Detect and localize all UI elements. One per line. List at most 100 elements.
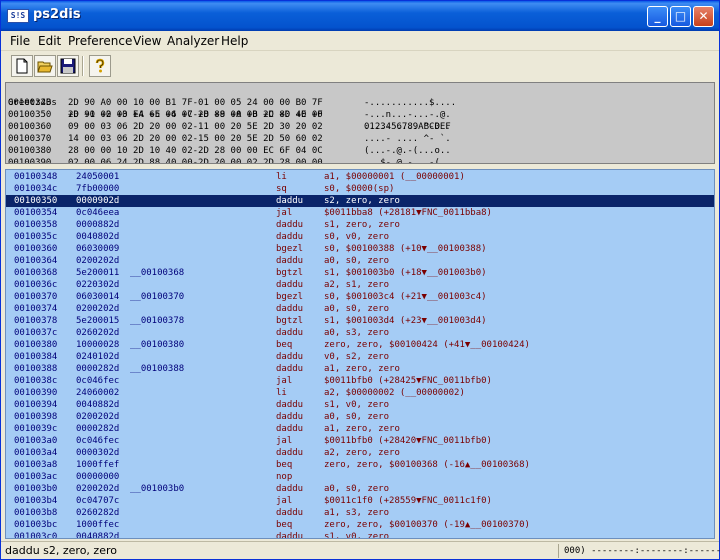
disasm-op: 0c046fec — [76, 376, 120, 386]
disasm-row[interactable]: 00100360 06030009 bgezl s0, $00100388 (+10▼… — [6, 243, 714, 255]
disasm-row[interactable]: 00100388 0000282d __00100388 daddu a1, zero,… — [6, 363, 714, 375]
hex-bytes: 2D 90 A0 00 10 00 B1 7F-01 00 05 24 00 0… — [68, 98, 323, 108]
hex-bytes: 09 00 03 06 2D 20 00 02-11 00 20 5E 2D 3… — [68, 122, 323, 132]
disasm-row[interactable]: 0010037c 0260202d daddu a0, s3, zero — [6, 327, 714, 339]
disasm-args: s1, zero, zero — [324, 220, 400, 230]
disasm-row[interactable]: 00100370 06030014 __00100370 bgezl s0, $0010… — [6, 291, 714, 303]
disasm-op: 24060002 — [76, 388, 120, 398]
disasm-addr: 001003a0 — [14, 436, 58, 446]
disasm-args: s1, v0, zero — [324, 532, 390, 539]
hex-view[interactable]: Greetz2Bs +0 +1 +2 +3 +4 +5 +6 +7 +8 +9 … — [5, 82, 715, 164]
menu-analyzer[interactable]: Analyzer — [167, 34, 219, 48]
disasm-args: s0, $00100388 (+10▼__00100388) — [324, 244, 487, 254]
disasm-mn: jal — [276, 436, 293, 446]
save-disk-icon — [60, 58, 76, 74]
disasm-row[interactable]: 0010039c 0000282d daddu a1, zero, zero — [6, 423, 714, 435]
status-instruction: daddu s2, zero, zero — [5, 544, 559, 558]
disasm-mn: bgtzl — [276, 268, 304, 278]
app-icon: S!S — [7, 9, 29, 23]
disasm-mn: sq — [276, 184, 287, 194]
disasm-row[interactable]: 001003c0 0040882d daddu s1, v0, zero — [6, 531, 714, 539]
disasm-mn: bgezl — [276, 244, 304, 254]
disasm-row[interactable]: 0010034c 7fb00000 sq s0, $0000(sp) — [6, 183, 714, 195]
disasm-addr: 0010034c — [14, 184, 58, 194]
disasm-args: $0011bba8 (+28181▼FNC_0011bba8) — [324, 208, 492, 218]
disasm-row[interactable]: 00100348 24050001 li a1, $00000001 (__00000… — [6, 171, 714, 183]
title-bar[interactable]: S!S ps2dis _ □ ✕ — [1, 1, 719, 31]
disasm-row[interactable]: 00100368 5e200011 __00100368 bgtzl s1, $0010… — [6, 267, 714, 279]
menu-file[interactable]: File — [10, 34, 30, 48]
disasm-row[interactable]: 001003b8 0260282d daddu a1, s3, zero — [6, 507, 714, 519]
disasm-row[interactable]: 00100354 0c046eea jal $0011bba8 (+28181▼FNC… — [6, 207, 714, 219]
disasm-row[interactable]: 001003b0 0200202d __001003b0 daddu a0, s0, z… — [6, 483, 714, 495]
menu-help[interactable]: Help — [221, 34, 248, 48]
disasm-mn: daddu — [276, 196, 304, 206]
disasm-row-selected[interactable]: 00100350 0000902d daddu s2, zero, zero — [6, 195, 714, 207]
disasm-row[interactable]: 00100374 0200202d daddu a0, s0, zero — [6, 303, 714, 315]
disasm-row[interactable]: 00100358 0000882d daddu s1, zero, zero — [6, 219, 714, 231]
disasm-row[interactable]: 0010038c 0c046fec jal $0011bfb0 (+28425▼FNC… — [6, 375, 714, 387]
disasm-op: 0200202d — [76, 304, 120, 314]
disasm-row[interactable]: 001003a4 0000302d daddu a2, zero, zero — [6, 447, 714, 459]
disasm-row[interactable]: 001003ac 00000000 nop — [6, 471, 714, 483]
disassembly-view[interactable]: 00100348 24050001 li a1, $00000001 (__00000… — [5, 169, 715, 539]
disasm-row[interactable]: 00100394 0040882d daddu s1, v0, zero — [6, 399, 714, 411]
disasm-row[interactable]: 00100384 0240102d daddu v0, s2, zero — [6, 351, 714, 363]
disasm-mn: daddu — [276, 424, 304, 434]
toolbar — [1, 52, 719, 81]
disasm-addr: 00100354 — [14, 208, 58, 218]
disasm-mn: daddu — [276, 412, 304, 422]
disasm-row[interactable]: 001003a0 0c046fec jal $0011bfb0 (+28420▼FNC… — [6, 435, 714, 447]
disasm-op: 0000282d — [76, 364, 120, 374]
hex-bytes: 28 00 00 10 2D 10 40 02-2D 28 00 00 EC 6… — [68, 146, 323, 156]
disasm-mn: daddu — [276, 532, 304, 539]
menu-preference[interactable]: Preference — [68, 34, 132, 48]
menu-edit[interactable]: Edit — [38, 34, 61, 48]
disasm-addr: 001003c0 — [14, 532, 58, 539]
disasm-op: 0200202d — [76, 412, 120, 422]
hex-ascii: -...n...-...-.@. — [364, 110, 451, 120]
disasm-mn: daddu — [276, 400, 304, 410]
disasm-args: a2, s1, zero — [324, 280, 390, 290]
hex-ascii: (...-.@.-(...o.. — [364, 146, 451, 156]
disasm-row[interactable]: 00100364 0200202d daddu a0, s0, zero — [6, 255, 714, 267]
disasm-op: 0c046eea — [76, 208, 120, 218]
disasm-addr: 0010036c — [14, 280, 58, 290]
disasm-row[interactable]: 0010036c 0220302d daddu a2, s1, zero — [6, 279, 714, 291]
save-button[interactable] — [57, 55, 79, 77]
disasm-row[interactable]: 0010035c 0040802d daddu s0, v0, zero — [6, 231, 714, 243]
open-file-button[interactable] — [34, 55, 56, 77]
disasm-addr: 001003b8 — [14, 508, 58, 518]
disasm-row[interactable]: 001003a8 1000ffef beq zero, zero, $00100368… — [6, 459, 714, 471]
disasm-args: a0, s0, zero — [324, 484, 390, 494]
disasm-op: 0200202d — [76, 256, 120, 266]
disasm-op: 0040802d — [76, 232, 120, 242]
hex-bytes: 14 00 03 06 2D 20 00 02-15 00 20 5E 2D 5… — [68, 134, 323, 144]
hex-addr: 00100340 — [8, 98, 52, 108]
disasm-row[interactable]: 00100378 5e200015 __00100378 bgtzl s1, $0010… — [6, 315, 714, 327]
minimize-button[interactable]: _ — [647, 6, 668, 27]
disasm-mn: li — [276, 172, 287, 182]
disasm-label: __001003b0 — [130, 484, 185, 494]
disasm-op: 0200202d — [76, 484, 120, 494]
close-button[interactable]: ✕ — [693, 6, 714, 27]
disasm-row[interactable]: 001003b4 0c04707c jal $0011c1f0 (+28559▼FNC… — [6, 495, 714, 507]
menu-view[interactable]: View — [133, 34, 161, 48]
disasm-mn: daddu — [276, 328, 304, 338]
disasm-args: s1, $001003b0 (+18▼__001003b0) — [324, 268, 487, 278]
help-button[interactable] — [89, 55, 111, 77]
disasm-addr: 001003b0 — [14, 484, 58, 494]
disasm-row[interactable]: 00100380 10000028 __00100380 beq zero, zero,… — [6, 339, 714, 351]
menu-bar: File Edit Preference View Analyzer Help — [1, 31, 719, 51]
disasm-row[interactable]: 00100390 24060002 li a2, $00000002 (__00000… — [6, 387, 714, 399]
disasm-addr: 0010037c — [14, 328, 58, 338]
hex-ascii: ...$-.@.- ..-(.. — [364, 158, 451, 164]
disasm-mn: daddu — [276, 232, 304, 242]
maximize-button[interactable]: □ — [670, 6, 691, 27]
disasm-addr: 0010038c — [14, 376, 58, 386]
disasm-args: a2, zero, zero — [324, 448, 400, 458]
new-file-button[interactable] — [11, 55, 33, 77]
disasm-addr: 00100348 — [14, 172, 58, 182]
disasm-row[interactable]: 00100398 0200202d daddu a0, s0, zero — [6, 411, 714, 423]
disasm-row[interactable]: 001003bc 1000ffec beq zero, zero, $00100370… — [6, 519, 714, 531]
